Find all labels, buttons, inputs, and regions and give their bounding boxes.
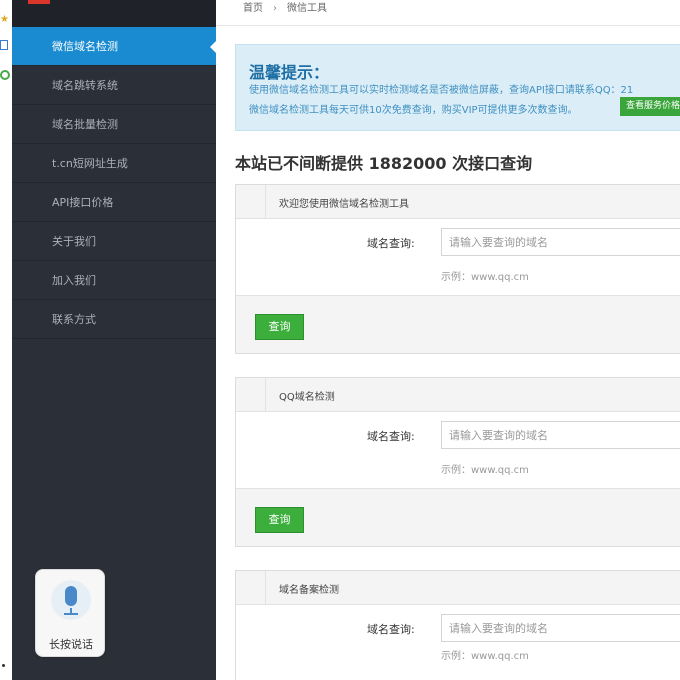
view-pricing-button[interactable]: 查看服务价格	[620, 97, 680, 116]
chevron-right-icon: ›	[273, 3, 277, 14]
logo-area	[12, 0, 216, 27]
domain-query-input[interactable]	[441, 614, 680, 642]
sidebar: 微信域名检测 域名跳转系统 域名批量检测 t.cn短网址生成 API接口价格 关…	[12, 0, 217, 680]
domain-query-label: 域名查询:	[367, 623, 415, 636]
microphone-icon	[51, 580, 91, 620]
panel-body: 域名查询: 示例：www.qq.cm	[236, 605, 680, 680]
panel-header: 域名备案检测	[236, 571, 680, 605]
query-button[interactable]: 查询	[255, 314, 304, 340]
panel-title: 欢迎您使用微信域名检测工具	[279, 199, 409, 210]
document-icon[interactable]	[0, 40, 8, 50]
wechat-check-panel: 欢迎您使用微信域名检测工具 域名查询: 示例：www.qq.cm 查询	[235, 184, 680, 354]
sidebar-item-about[interactable]: 关于我们	[12, 222, 216, 261]
example-hint: 示例：www.qq.cm	[441, 272, 529, 283]
notice-title: 温馨提示：	[249, 63, 330, 82]
example-hint: 示例：www.qq.cm	[441, 651, 529, 662]
sidebar-item-short-url[interactable]: t.cn短网址生成	[12, 144, 216, 183]
domain-query-input[interactable]	[441, 421, 680, 449]
panel-title: 域名备案检测	[279, 585, 339, 596]
qq-check-panel: QQ域名检测 域名查询: 示例：www.qq.cm 查询	[235, 377, 680, 547]
icp-check-panel: 域名备案检测 域名查询: 示例：www.qq.cm	[235, 570, 680, 680]
sidebar-item-wechat-domain-check[interactable]: 微信域名检测	[12, 27, 217, 66]
notice-box: 温馨提示： 使用微信域名检测工具可以实时检测域名是否被微信屏蔽，查询API接口请…	[235, 44, 680, 131]
notice-text-1: 使用微信域名检测工具可以实时检测域名是否被微信屏蔽，查询API接口请联系QQ：2…	[249, 85, 634, 96]
notice-text-2: 微信域名检测工具每天可供10次免费查询，购买VIP可提供更多次数查询。	[249, 105, 578, 116]
sidebar-item-domain-redirect[interactable]: 域名跳转系统	[12, 66, 216, 105]
sidebar-item-contact[interactable]: 联系方式	[12, 300, 216, 339]
panel-header: QQ域名检测	[236, 378, 680, 412]
panel-title: QQ域名检测	[279, 392, 335, 403]
logo[interactable]	[28, 0, 50, 4]
panel-header: 欢迎您使用微信域名检测工具	[236, 185, 680, 219]
panel-footer: 查询	[236, 489, 680, 546]
main-content: 首页 › 微信工具 温馨提示： 使用微信域名检测工具可以实时检测域名是否被微信屏蔽，…	[216, 0, 680, 680]
page-headline: 本站已不间断提供 1882000 次接口查询	[235, 154, 533, 173]
breadcrumb-current: 微信工具	[287, 3, 327, 14]
example-hint: 示例：www.qq.cm	[441, 465, 529, 476]
breadcrumb-home[interactable]: 首页	[243, 3, 263, 14]
domain-query-label: 域名查询:	[367, 430, 415, 443]
sidebar-item-api-price[interactable]: API接口价格	[12, 183, 216, 222]
domain-query-input[interactable]	[441, 228, 680, 256]
sidebar-item-join[interactable]: 加入我们	[12, 261, 216, 300]
panel-footer: 查询	[236, 296, 680, 353]
browser-side-strip: ★	[0, 0, 12, 680]
breadcrumb: 首页 › 微信工具	[216, 0, 680, 26]
panel-body: 域名查询: 示例：www.qq.cm	[236, 219, 680, 296]
sidebar-menu: 微信域名检测 域名跳转系统 域名批量检测 t.cn短网址生成 API接口价格 关…	[12, 27, 217, 339]
sidebar-item-batch-check[interactable]: 域名批量检测	[12, 105, 216, 144]
query-button[interactable]: 查询	[255, 507, 304, 533]
refresh-icon[interactable]	[0, 70, 10, 80]
panel-body: 域名查询: 示例：www.qq.cm	[236, 412, 680, 489]
voice-label: 长按说话	[49, 638, 93, 651]
domain-query-label: 域名查询:	[367, 237, 415, 250]
star-icon[interactable]: ★	[0, 14, 10, 26]
dot-icon	[2, 664, 5, 667]
voice-input-button[interactable]: 长按说话	[35, 569, 105, 657]
